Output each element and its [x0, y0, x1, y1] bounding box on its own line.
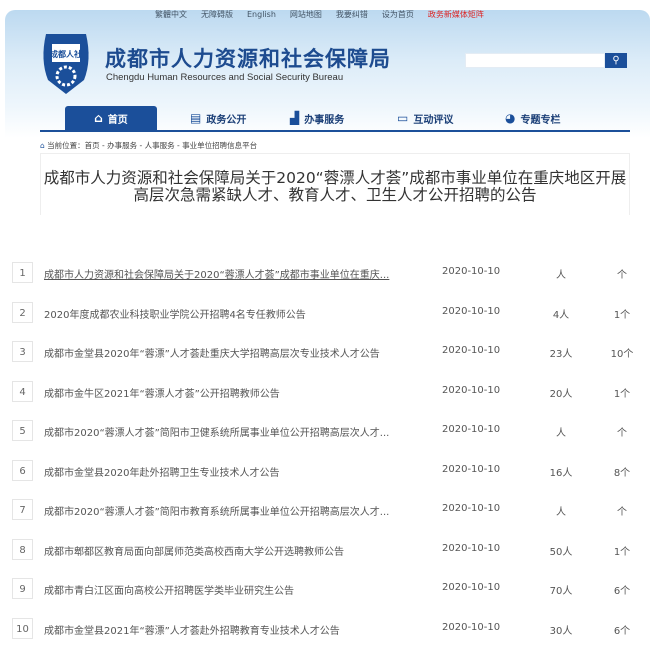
row-positions: 1个 — [613, 388, 631, 400]
row-title-link[interactable]: 成都市青白江区面向高校公开招聘医学类毕业研究生公告 — [44, 582, 294, 597]
top-link[interactable]: 网站地图 — [290, 10, 322, 20]
list-item: 5 成都市2020“蓉漂人才荟”简阳市卫健系统所属事业单位公开招聘高层次人才..… — [12, 420, 652, 442]
home-icon: ⌂ — [94, 111, 103, 125]
home-icon: ⌂ — [40, 141, 45, 150]
top-link[interactable]: 我要纠错 — [336, 10, 368, 20]
row-date: 2020-10-10 — [442, 503, 501, 514]
row-positions: 10个 — [610, 349, 634, 360]
top-link[interactable]: 政务新媒体矩阵 — [428, 10, 484, 20]
row-people: 人 — [556, 507, 566, 518]
row-date: 2020-10-10 — [442, 424, 501, 435]
row-people: 人 — [556, 270, 566, 281]
list-item: 3 成都市金堂县2020年“蓉漂”人才荟赴重庆大学招聘高层次专业技术人才公告 2… — [12, 341, 652, 363]
row-title-link[interactable]: 成都市金堂县2020年“蓉漂”人才荟赴重庆大学招聘高层次专业技术人才公告 — [44, 345, 380, 360]
top-link[interactable]: 无障碍版 — [201, 10, 233, 20]
row-positions: 6个 — [613, 625, 631, 637]
row-title-link[interactable]: 成都市金堂县2021年“蓉漂”人才荟赴外招聘教育专业技术人才公告 — [44, 622, 340, 637]
top-link[interactable]: English — [247, 10, 276, 20]
row-title-link[interactable]: 成都市金牛区2021年“蓉漂人才荟”公开招聘教师公告 — [44, 385, 280, 400]
row-number: 8 — [12, 538, 33, 560]
row-date: 2020-10-10 — [442, 542, 501, 554]
row-positions: 6个 — [613, 586, 631, 597]
site-subtitle: Chengdu Human Resources and Social Secur… — [106, 72, 344, 83]
nav-interaction[interactable]: ▭ 互动评议 — [397, 106, 453, 130]
row-date: 2020-10-10 — [442, 266, 501, 277]
list-item: 10 成都市金堂县2021年“蓉漂”人才荟赴外招聘教育专业技术人才公告 2020… — [12, 617, 652, 640]
row-people: 人 — [556, 428, 566, 439]
search-button[interactable]: ⚲ — [605, 53, 627, 68]
row-number: 9 — [12, 578, 33, 599]
row-people: 20人 — [549, 388, 573, 400]
list-item: 1 成都市人力资源和社会保障局关于2020“蓉漂人才荟”成都市事业单位在重庆..… — [12, 262, 652, 284]
list-item: 9 成都市青白江区面向高校公开招聘医学类毕业研究生公告 2020-10-10 7… — [12, 578, 652, 600]
search-input[interactable] — [465, 53, 605, 68]
row-number: 6 — [12, 459, 33, 481]
row-people: 30人 — [549, 625, 573, 637]
row-title-link[interactable]: 成都市2020“蓉漂人才荟”简阳市卫健系统所属事业单位公开招聘高层次人才... — [44, 424, 389, 439]
row-positions: 1个 — [613, 309, 631, 321]
row-title-link[interactable]: 2020年度成都农业科技职业学院公开招聘4名专任教师公告 — [44, 306, 306, 321]
list-item: 7 成都市2020“蓉漂人才荟”简阳市教育系统所属事业单位公开招聘高层次人才..… — [12, 499, 652, 521]
bureau-logo: 成都人社 — [43, 34, 89, 94]
row-people: 4人 — [552, 309, 570, 321]
list-item: 8 成都市郫都区教育局面向部属师范类高校西南大学公开选聘教师公告 2020-10… — [12, 538, 652, 561]
svg-text:成都人社: 成都人社 — [50, 49, 82, 59]
row-positions: 个 — [617, 507, 627, 518]
row-number: 5 — [12, 420, 33, 441]
top-link[interactable]: 设为首页 — [382, 10, 414, 20]
row-title-link[interactable]: 成都市金堂县2020年赴外招聘卫生专业技术人才公告 — [44, 464, 279, 479]
top-link[interactable]: 繁體中文 — [155, 10, 187, 20]
nav-government-affairs[interactable]: ▤ 政务公开 — [190, 106, 246, 130]
nav-home[interactable]: ⌂ 首页 — [65, 106, 157, 130]
row-title-link[interactable]: 成都市2020“蓉漂人才荟”简阳市教育系统所属事业单位公开招聘高层次人才... — [44, 503, 389, 518]
row-date: 2020-10-10 — [442, 384, 501, 396]
row-title-link[interactable]: 成都市人力资源和社会保障局关于2020“蓉漂人才荟”成都市事业单位在重庆... — [44, 266, 389, 281]
chat-icon: ▭ — [397, 111, 409, 125]
row-number: 2 — [12, 301, 33, 323]
row-positions: 个 — [617, 270, 627, 281]
list-item: 6 成都市金堂县2020年赴外招聘卫生专业技术人才公告 2020-10-10 1… — [12, 459, 652, 482]
row-number: 1 — [12, 262, 33, 283]
row-date: 2020-10-10 — [442, 582, 501, 593]
row-date: 2020-10-10 — [442, 345, 501, 356]
row-positions: 8个 — [613, 467, 631, 479]
main-nav: ⌂ 首页 ▤ 政务公开 ▟ 办事服务 ▭ 互动评议 ◕ 专题专栏 — [40, 106, 630, 132]
row-date: 2020-10-10 — [442, 621, 501, 633]
row-title-link[interactable]: 成都市郫都区教育局面向部属师范类高校西南大学公开选聘教师公告 — [44, 543, 344, 558]
article-title: 成都市人力资源和社会保障局关于2020“蓉漂人才荟”成都市事业单位在重庆地区开展… — [43, 169, 627, 204]
breadcrumb: ⌂ 当前位置：首页 - 办事服务 - 人事服务 - 事业单位招聘信息平台 — [40, 141, 258, 150]
list-item: 2 2020年度成都农业科技职业学院公开招聘4名专任教师公告 2020-10-1… — [12, 301, 652, 324]
topic-icon: ◕ — [505, 111, 516, 125]
row-people: 23人 — [549, 349, 573, 360]
document-icon: ▤ — [190, 111, 202, 125]
row-date: 2020-10-10 — [442, 305, 501, 317]
row-date: 2020-10-10 — [442, 463, 501, 475]
chart-icon: ▟ — [290, 111, 300, 125]
nav-topics[interactable]: ◕ 专题专栏 — [505, 106, 560, 130]
row-people: 50人 — [549, 546, 573, 558]
row-positions: 个 — [617, 428, 627, 439]
row-number: 7 — [12, 499, 33, 520]
row-people: 16人 — [549, 467, 573, 479]
site-title: 成都市人力资源和社会保障局 — [105, 47, 391, 71]
row-number: 4 — [12, 380, 33, 402]
row-number: 3 — [12, 341, 33, 362]
row-people: 70人 — [549, 586, 573, 597]
search-icon: ⚲ — [612, 55, 620, 66]
top-links: 繁體中文 无障碍版 English 网站地图 我要纠错 设为首页 政务新媒体矩阵 — [155, 10, 484, 20]
nav-services[interactable]: ▟ 办事服务 — [290, 106, 344, 130]
list-item: 4 成都市金牛区2021年“蓉漂人才荟”公开招聘教师公告 2020-10-10 … — [12, 380, 652, 403]
row-number: 10 — [12, 617, 33, 639]
row-positions: 1个 — [613, 546, 631, 558]
